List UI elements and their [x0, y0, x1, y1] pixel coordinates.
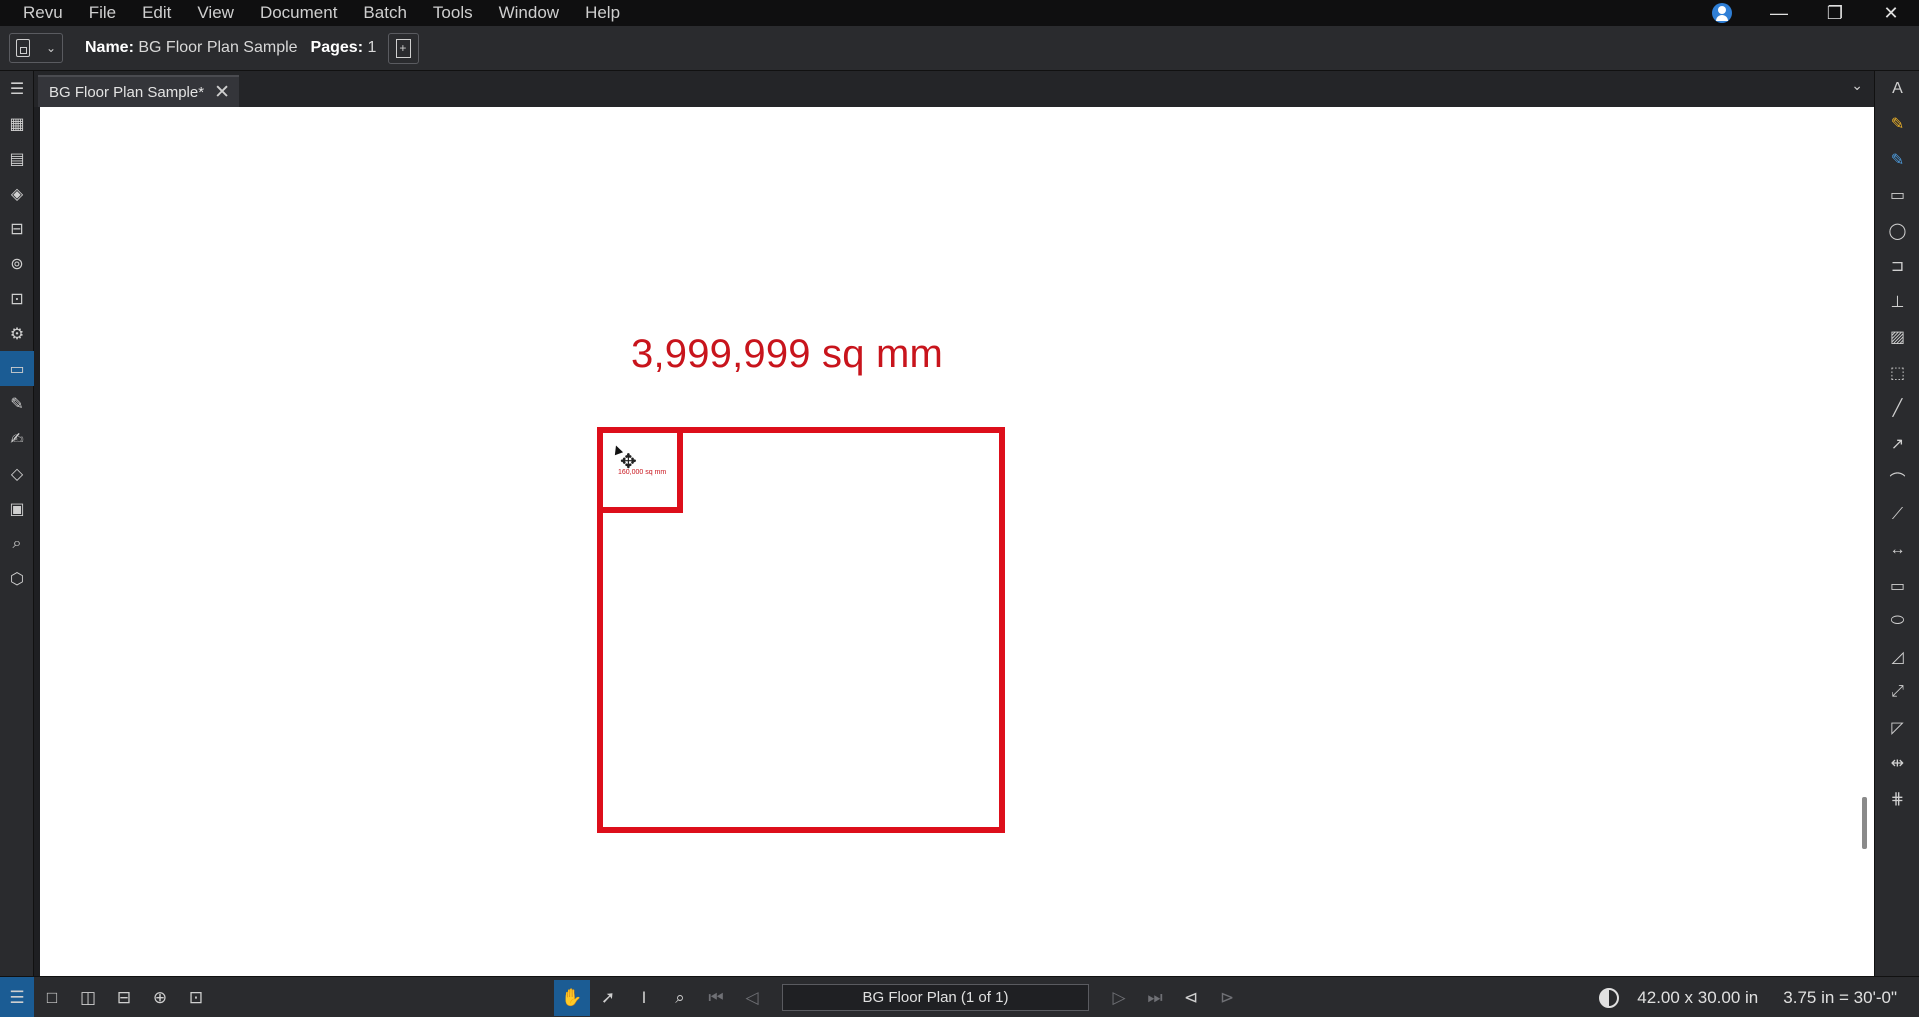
callout-icon[interactable]: ▭: [1875, 178, 1919, 214]
page-count-label: Pages:: [310, 39, 364, 56]
menu-document[interactable]: Document: [247, 0, 350, 26]
split-vertical-icon[interactable]: ◫: [70, 977, 106, 1017]
menu-edit[interactable]: Edit: [129, 0, 184, 26]
measurements-icon[interactable]: ▭: [0, 351, 34, 386]
first-page-icon[interactable]: ⏮: [698, 980, 734, 1016]
menu-help[interactable]: Help: [572, 0, 633, 26]
rectangle-icon[interactable]: ▭: [1875, 568, 1919, 604]
layers-icon[interactable]: ◈: [0, 176, 34, 211]
contrast-toggle-icon[interactable]: [1599, 987, 1620, 1008]
sets-icon[interactable]: ⊡: [0, 281, 34, 316]
tags-icon[interactable]: ◇: [0, 456, 34, 491]
page-count-value: 1: [367, 39, 377, 56]
spaces-icon[interactable]: ⬡: [0, 561, 34, 596]
next-view-icon[interactable]: ⊳: [1209, 980, 1245, 1016]
dimension-icon[interactable]: ↔: [1875, 533, 1919, 569]
properties-icon[interactable]: ⚙: [0, 316, 34, 351]
status-left-group: ☰ □ ◫ ⊟ ⊕ ⊡: [0, 977, 214, 1017]
user-account-icon[interactable]: [1712, 3, 1732, 23]
arrow-icon[interactable]: ↗: [1875, 426, 1919, 462]
document-toolbar: ⌄ Name: BG Floor Plan Sample Pages: 1: [0, 26, 1919, 71]
image-icon[interactable]: ▨: [1875, 320, 1919, 356]
text-box-icon[interactable]: A: [1875, 71, 1919, 107]
status-navigation-group: ✋ ➚ I ⌕ ⏮ ◁ BG Floor Plan (1 of 1) ▷ ⏭ ⊲…: [554, 977, 1245, 1017]
highlight-icon[interactable]: ✎: [1875, 107, 1919, 143]
close-tab-icon[interactable]: ✕: [214, 81, 230, 104]
fit-page-icon[interactable]: ⊡: [178, 977, 214, 1017]
sync-view-icon[interactable]: ⊕: [142, 977, 178, 1017]
vertical-scrollbar[interactable]: [1862, 797, 1867, 849]
zoom-tool-icon[interactable]: ⌕: [662, 980, 698, 1016]
measure-length-icon[interactable]: ⤢: [1875, 675, 1919, 711]
minimize-button[interactable]: —: [1751, 0, 1807, 26]
menu-file[interactable]: File: [76, 0, 129, 26]
insert-page-button[interactable]: [388, 32, 420, 64]
document-tab-strip: BG Floor Plan Sample* ✕ ⌄: [34, 71, 1875, 107]
select-tool-icon[interactable]: ➚: [590, 980, 626, 1016]
page-size-readout[interactable]: 42.00 x 30.00 in: [1637, 988, 1758, 1008]
tab-bg-floor-plan-sample[interactable]: BG Floor Plan Sample* ✕: [38, 75, 239, 107]
polyline-icon[interactable]: ⟋: [1875, 497, 1919, 533]
chevron-down-icon: ⌄: [45, 41, 56, 55]
left-panel-toolbar: ☰ ▦ ▤ ◈ ⊟ ⊚ ⊡ ⚙ ▭ ✎ ✍ ◇ ▣ ⌕ ⬡: [0, 71, 34, 976]
scale-readout[interactable]: 3.75 in = 30'-0": [1783, 988, 1897, 1008]
page-navigation-field[interactable]: BG Floor Plan (1 of 1): [782, 984, 1089, 1011]
large-area-measurement-label[interactable]: 3,999,999 sq mm: [631, 332, 943, 377]
markups-list-icon[interactable]: ✎: [0, 386, 34, 421]
menu-revu[interactable]: Revu: [0, 0, 76, 26]
status-bar: ☰ □ ◫ ⊟ ⊕ ⊡ ✋ ➚ I ⌕ ⏮ ◁ BG Floor Plan (1…: [0, 976, 1919, 1017]
measure-distance-icon[interactable]: ⇹: [1875, 746, 1919, 782]
document-name-value: BG Floor Plan Sample: [138, 39, 298, 56]
document-icon: [16, 39, 30, 57]
snapshot-icon[interactable]: ⬚: [1875, 355, 1919, 391]
page-count: Pages: 1: [311, 39, 377, 57]
menu-batch[interactable]: Batch: [350, 0, 419, 26]
search-icon[interactable]: ⌕: [0, 526, 34, 561]
right-markup-toolbar: A ✎ ✎ ▭ ◯ ⊐ ⊥ ▨ ⬚ ╱ ↗ ⌒ ⟋ ↔ ▭ ⬭ ◿ ⤢ ◸ ⇹ …: [1874, 71, 1919, 976]
window-controls: — ❐ ✕: [1751, 0, 1919, 26]
menu-bar: Revu File Edit View Document Batch Tools…: [0, 0, 1919, 26]
arc-icon[interactable]: ⌒: [1875, 462, 1919, 498]
add-page-icon: [396, 38, 412, 58]
count-icon[interactable]: ⋕: [1875, 781, 1919, 817]
document-canvas[interactable]: 3,999,999 sq mm 160,000 sq mm ✥ ▲: [40, 107, 1874, 976]
ellipse-icon[interactable]: ⬭: [1875, 604, 1919, 640]
pen-icon[interactable]: ✎: [1875, 142, 1919, 178]
callout-arrow-icon[interactable]: ⊐: [1875, 249, 1919, 285]
polygon-icon[interactable]: ◿: [1875, 639, 1919, 675]
line-icon[interactable]: ╱: [1875, 391, 1919, 427]
thumbnails-icon[interactable]: ☰: [0, 71, 34, 106]
split-horizontal-icon[interactable]: ⊟: [106, 977, 142, 1017]
toolchest-icon[interactable]: ⊟: [0, 211, 34, 246]
document-name-label: Name:: [85, 39, 134, 56]
close-window-button[interactable]: ✕: [1863, 0, 1919, 26]
menu-window[interactable]: Window: [486, 0, 572, 26]
tab-label: BG Floor Plan Sample*: [49, 83, 205, 101]
status-right-group: 42.00 x 30.00 in 3.75 in = 30'-0": [1599, 977, 1919, 1017]
menu-tools[interactable]: Tools: [420, 0, 486, 26]
file-access-icon[interactable]: ▤: [0, 141, 34, 176]
document-selector-dropdown[interactable]: ⌄: [9, 33, 63, 63]
toggle-panel-list-icon[interactable]: ☰: [0, 977, 34, 1017]
pan-tool-icon[interactable]: ✋: [554, 979, 590, 1016]
previous-view-icon[interactable]: ⊲: [1173, 980, 1209, 1016]
print-icon[interactable]: ▣: [0, 491, 34, 526]
next-page-icon[interactable]: ▷: [1101, 980, 1137, 1016]
bookmarks-icon[interactable]: ▦: [0, 106, 34, 141]
stamp-icon[interactable]: ⊥: [1875, 284, 1919, 320]
places-icon[interactable]: ⊚: [0, 246, 34, 281]
single-page-view-icon[interactable]: □: [34, 977, 70, 1017]
previous-page-icon[interactable]: ◁: [734, 980, 770, 1016]
cloud-icon[interactable]: ◯: [1875, 213, 1919, 249]
document-name: Name: BG Floor Plan Sample: [85, 39, 298, 57]
tab-list-chevron-icon[interactable]: ⌄: [1851, 77, 1863, 94]
menu-view[interactable]: View: [184, 0, 247, 26]
last-page-icon[interactable]: ⏭: [1137, 980, 1173, 1016]
restore-button[interactable]: ❐: [1807, 0, 1863, 26]
signatures-icon[interactable]: ✍: [0, 421, 34, 456]
text-select-tool-icon[interactable]: I: [626, 980, 662, 1016]
measure-area-icon[interactable]: ◸: [1875, 710, 1919, 746]
